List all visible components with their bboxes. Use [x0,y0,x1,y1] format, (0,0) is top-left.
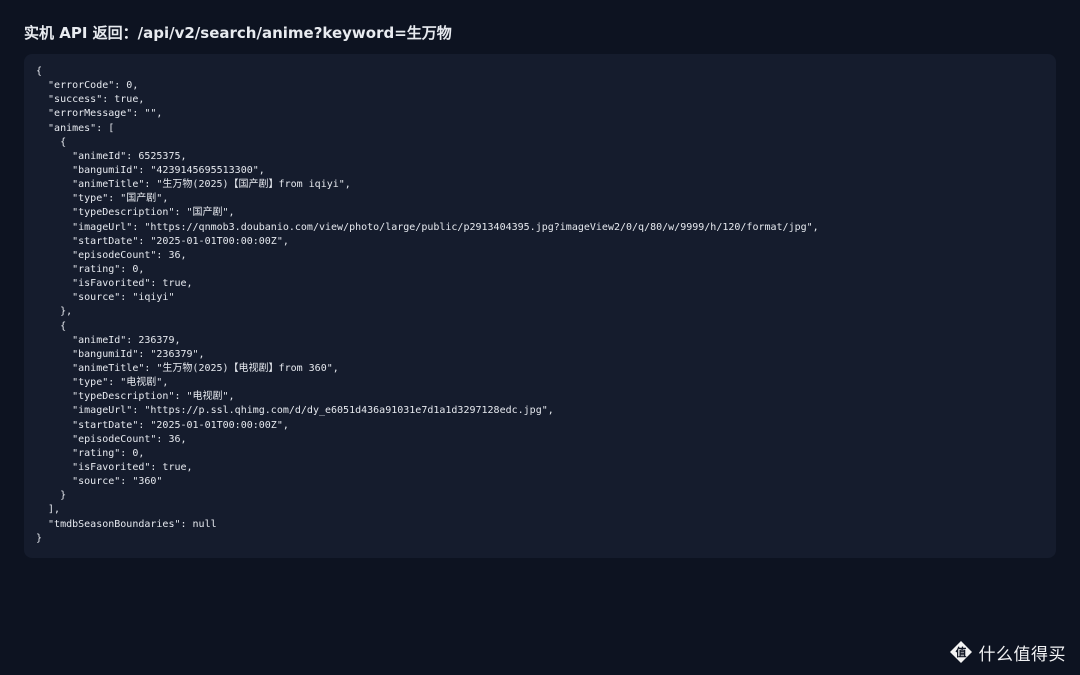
code-line: "isFavorited": true, [36,278,193,290]
page-title: 实机 API 返回：/api/v2/search/anime?keyword=生… [24,24,452,42]
code-line: { [36,136,67,148]
code-line: ], [36,504,61,516]
code-line: "tmdbSeasonBoundaries": null [36,518,217,530]
code-line: "imageUrl": "https://qnmob3.doubanio.com… [36,221,819,233]
code-line: "animeTitle": "生万物(2025)【国产剧】from iqiyi"… [36,179,351,191]
site-watermark: 值 什么值得买 [949,639,1067,665]
code-line: "errorMessage": "", [36,108,163,120]
zhi-logo-icon: 值 [949,641,972,663]
code-line: "success": true, [36,94,145,106]
code-line: "type": "电视剧", [36,377,169,389]
logo-glyph: 值 [955,645,966,659]
code-line: "episodeCount": 36, [36,249,187,261]
code-line: "animeId": 6525375, [36,150,187,162]
code-line: "animeTitle": "生万物(2025)【电视剧】from 360", [36,362,339,374]
code-line: "source": "iqiyi" [36,292,175,304]
code-line: "imageUrl": "https://p.ssl.qhimg.com/d/d… [36,405,554,417]
watermark-text: 什么值得买 [978,644,1066,665]
code-line: } [36,490,67,502]
code-line: }, [36,306,73,318]
code-line: "rating": 0, [36,263,145,275]
code-line: "animeId": 236379, [36,334,181,346]
code-line: "source": "360" [36,476,163,488]
code-line: "animes": [ [36,122,115,134]
code-line: "isFavorited": true, [36,461,193,473]
json-response-panel[interactable]: { "errorCode": 0, "success": true, "erro… [24,54,1056,558]
code-line: } [36,532,43,544]
code-line: { [36,320,67,332]
code-line: "startDate": "2025-01-01T00:00:00Z", [36,235,289,247]
code-line: "rating": 0, [36,447,145,459]
code-line: "typeDescription": "电视剧", [36,391,235,403]
json-response-code: { "errorCode": 0, "success": true, "erro… [36,65,1044,546]
code-line: "bangumiId": "4239145695513300", [36,164,265,176]
code-line: "type": "国产剧", [36,193,169,205]
code-line: "bangumiId": "236379", [36,348,205,360]
code-line: "typeDescription": "国产剧", [36,207,235,219]
code-line: { [36,66,43,77]
code-line: "startDate": "2025-01-01T00:00:00Z", [36,419,289,431]
code-line: "errorCode": 0, [36,80,139,92]
code-line: "episodeCount": 36, [36,433,187,445]
